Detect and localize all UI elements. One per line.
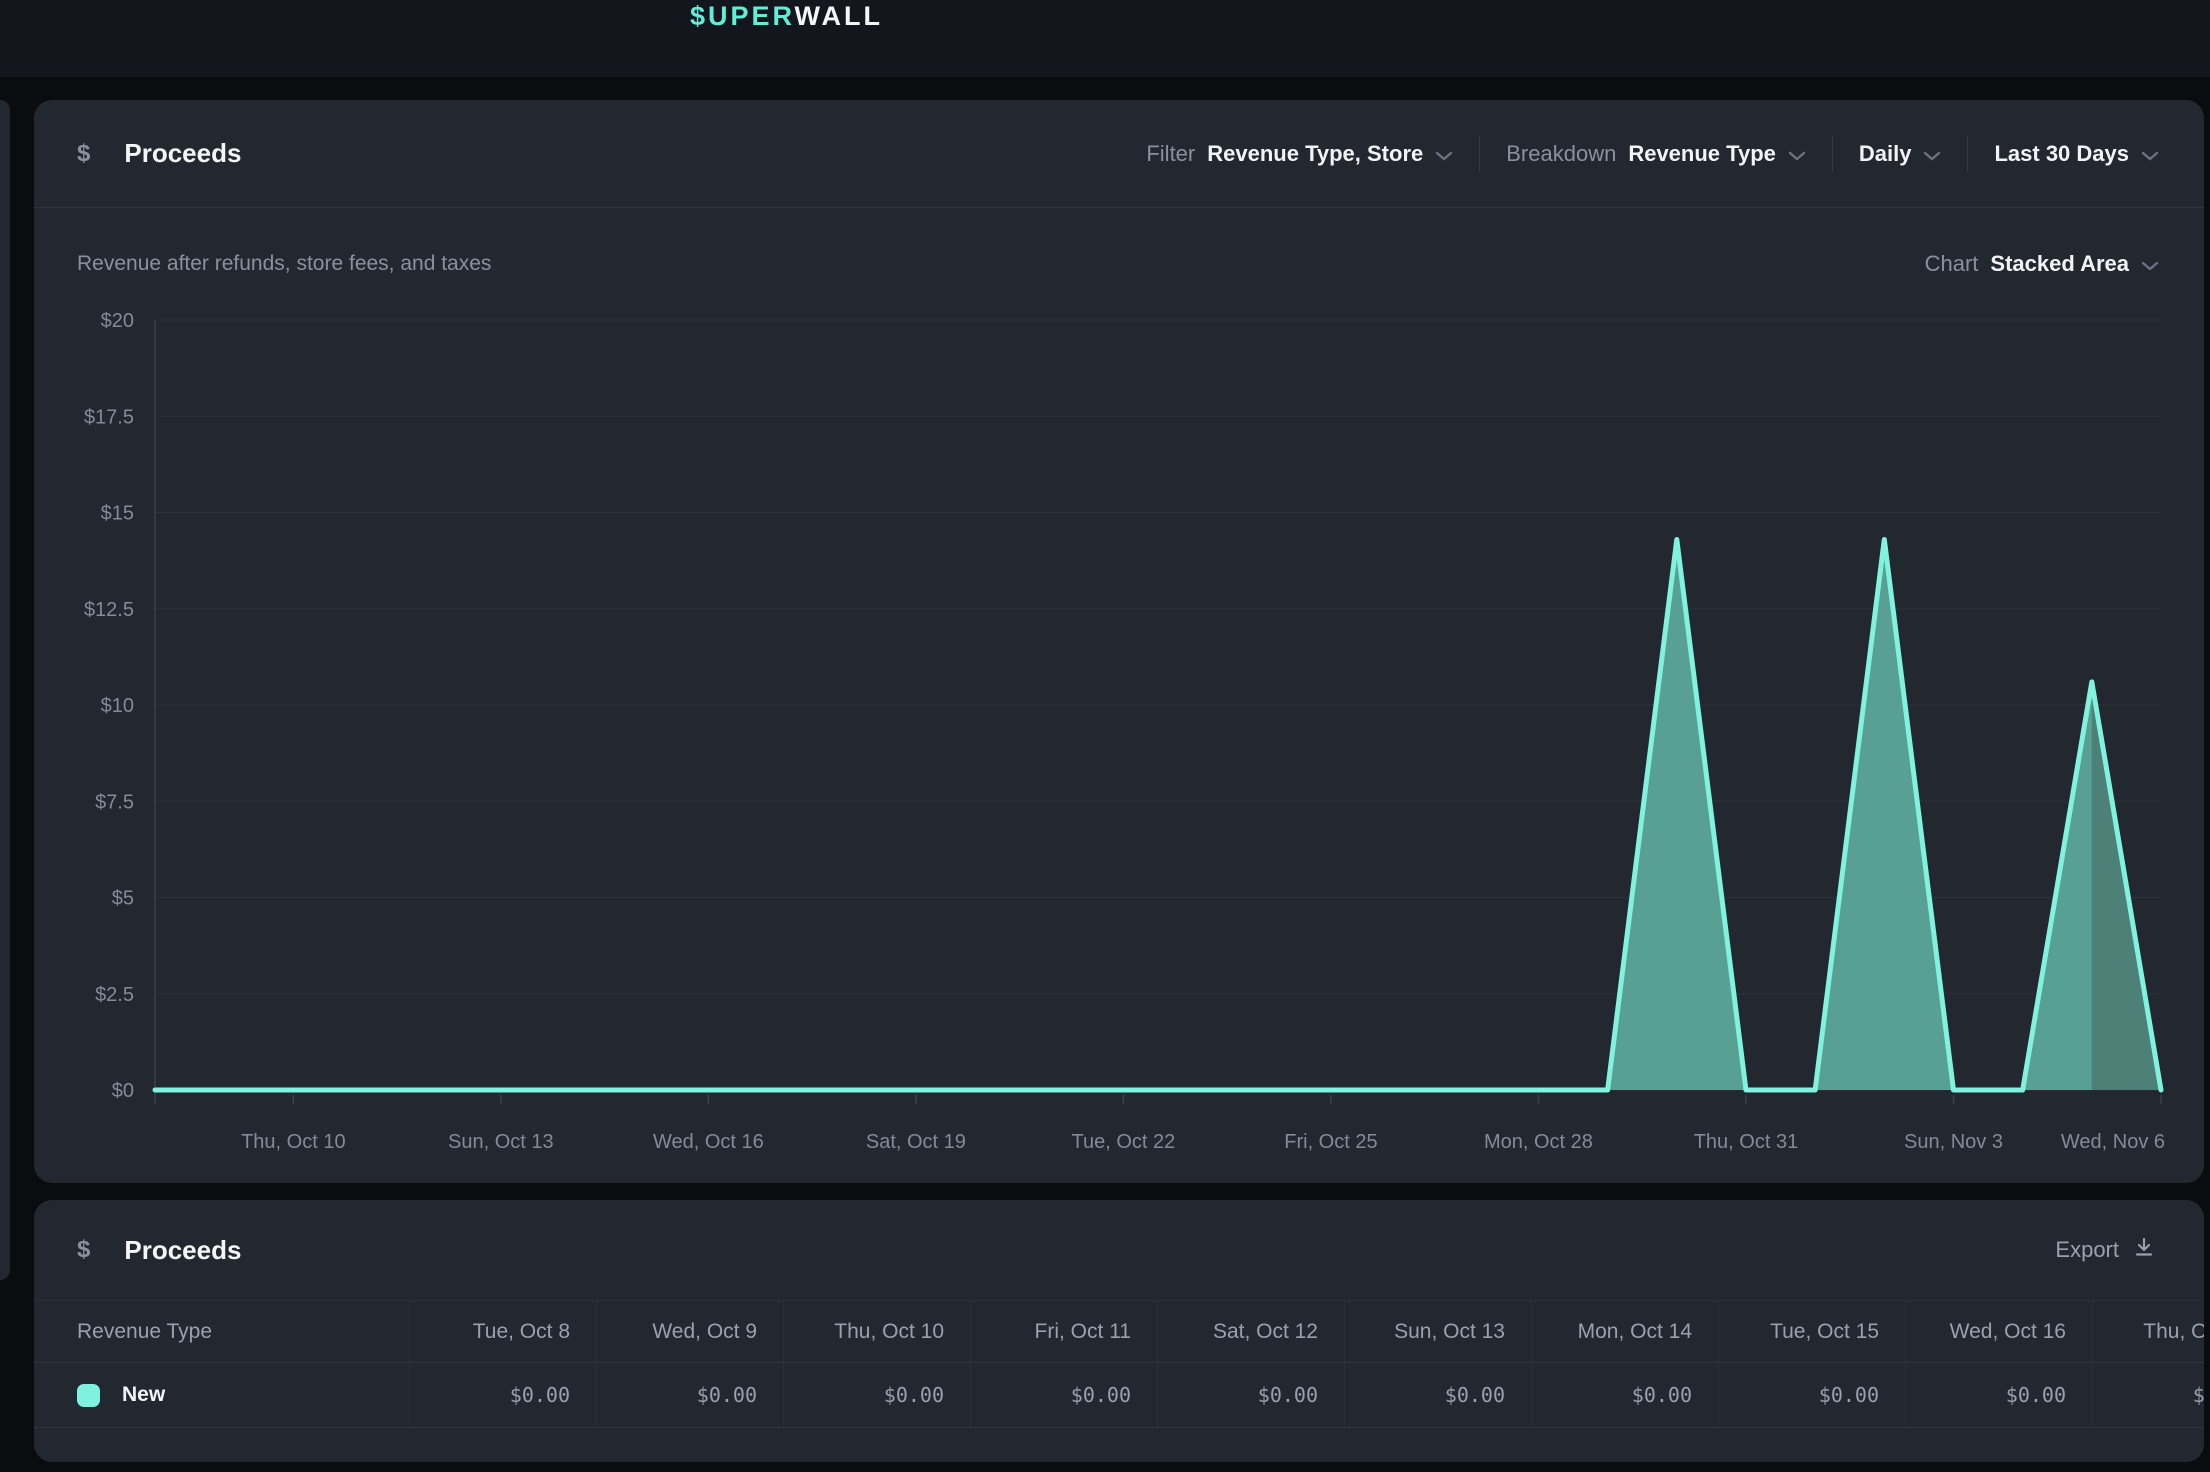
- revenue-value-cell: $0.00: [2092, 1363, 2204, 1427]
- date-range-value: Last 30 Days: [1994, 141, 2129, 167]
- revenue-value-cell: $0.00: [596, 1363, 783, 1427]
- filter-label: Filter: [1146, 141, 1195, 167]
- table-card-header: $ Proceeds Export: [34, 1200, 2204, 1300]
- y-axis-tick-label: $2.5: [95, 984, 134, 1006]
- column-header-date: Thu, Oct 10: [783, 1301, 970, 1362]
- controls-divider: [1479, 136, 1480, 172]
- chevron-down-icon: [1923, 142, 1941, 168]
- revenue-table: Revenue TypeTue, Oct 8Wed, Oct 9Thu, Oct…: [34, 1300, 2204, 1428]
- chevron-down-icon: [1435, 142, 1453, 168]
- column-header-date: Fri, Oct 11: [970, 1301, 1157, 1362]
- x-axis-tick-label: Thu, Oct 10: [241, 1131, 346, 1153]
- page-title: Proceeds: [124, 138, 241, 169]
- table-row: New$0.00$0.00$0.00$0.00$0.00$0.00$0.00$0…: [34, 1363, 2204, 1428]
- column-header-date: Tue, Oct 8: [409, 1301, 596, 1362]
- granularity-dropdown[interactable]: Daily: [1859, 140, 1942, 168]
- column-header-revenue-type: Revenue Type: [34, 1301, 409, 1362]
- breakdown-dropdown[interactable]: Breakdown Revenue Type: [1506, 140, 1806, 168]
- dollar-icon: $: [77, 1236, 90, 1264]
- x-axis-tick-label: Mon, Oct 28: [1484, 1131, 1593, 1153]
- revenue-value-cell: $0.00: [783, 1363, 970, 1427]
- column-header-date: Tue, Oct 15: [1718, 1301, 1905, 1362]
- row-label-cell: New: [34, 1363, 409, 1427]
- x-axis-tick-label: Sun, Oct 13: [448, 1131, 554, 1153]
- y-axis-tick-label: $12.5: [84, 599, 134, 621]
- chart-subtitle: Revenue after refunds, store fees, and t…: [77, 252, 491, 276]
- table-title: Proceeds: [124, 1235, 241, 1266]
- export-button[interactable]: Export: [2055, 1236, 2155, 1264]
- series-color-swatch: [77, 1384, 100, 1407]
- x-axis-tick-label: Sat, Oct 19: [866, 1131, 966, 1153]
- filter-value: Revenue Type, Store: [1207, 141, 1423, 167]
- proceeds-card-header: $ Proceeds Filter Revenue Type, Store Br…: [34, 100, 2204, 208]
- column-header-date: Wed, Oct 16: [1905, 1301, 2092, 1362]
- x-axis-tick-label: Thu, Oct 31: [1694, 1131, 1799, 1153]
- area-shaded-last-interval: [2092, 682, 2161, 1090]
- adjacent-card-edge: [0, 100, 10, 1280]
- x-axis-tick-label: Sun, Nov 3: [1904, 1131, 2003, 1153]
- area-series-new: [155, 539, 2161, 1090]
- table-header-row: Revenue TypeTue, Oct 8Wed, Oct 9Thu, Oct…: [34, 1300, 2204, 1363]
- logo-text-secondary: WALL: [795, 1, 883, 31]
- x-axis-tick-label: Tue, Oct 22: [1072, 1131, 1176, 1153]
- column-header-date: Wed, Oct 9: [596, 1301, 783, 1362]
- chart-subtitle-row: Revenue after refunds, store fees, and t…: [34, 208, 2204, 320]
- y-axis-tick-label: $7.5: [95, 791, 134, 813]
- column-header-date: Mon, Oct 14: [1531, 1301, 1718, 1362]
- chart-type-value: Stacked Area: [1990, 251, 2129, 277]
- granularity-value: Daily: [1859, 141, 1912, 167]
- revenue-value-cell: $0.00: [1718, 1363, 1905, 1427]
- controls-divider: [1832, 136, 1833, 172]
- column-header-date: Thu, Oct 17: [2092, 1301, 2204, 1362]
- y-axis-tick-label: $0: [112, 1080, 134, 1102]
- x-axis-tick-label: Fri, Oct 25: [1284, 1131, 1377, 1153]
- series-name: New: [122, 1383, 165, 1407]
- breakdown-value: Revenue Type: [1628, 141, 1776, 167]
- y-axis-tick-label: $17.5: [84, 406, 134, 428]
- chevron-down-icon: [2141, 252, 2159, 278]
- revenue-value-cell: $0.00: [409, 1363, 596, 1427]
- revenue-value-cell: $0.00: [1344, 1363, 1531, 1427]
- y-axis-tick-label: $15: [101, 503, 134, 525]
- column-header-date: Sat, Oct 12: [1157, 1301, 1344, 1362]
- revenue-value-cell: $0.00: [970, 1363, 1157, 1427]
- revenue-value-cell: $0.00: [1531, 1363, 1718, 1427]
- logo-text-primary: $UPER: [690, 1, 795, 31]
- chevron-down-icon: [2141, 142, 2159, 168]
- dollar-icon: $: [77, 140, 90, 168]
- chart-type-dropdown[interactable]: Chart Stacked Area: [1925, 250, 2159, 278]
- series-line-new: [155, 539, 2161, 1090]
- proceeds-table-card: $ Proceeds Export Revenue TypeTue, Oct 8…: [34, 1200, 2204, 1462]
- chevron-down-icon: [1788, 142, 1806, 168]
- breakdown-label: Breakdown: [1506, 141, 1616, 167]
- chart-type-label: Chart: [1925, 251, 1979, 277]
- table-body: New$0.00$0.00$0.00$0.00$0.00$0.00$0.00$0…: [34, 1363, 2204, 1428]
- x-axis-tick-label: Wed, Nov 6: [2061, 1131, 2165, 1153]
- export-label: Export: [2055, 1237, 2119, 1263]
- date-range-dropdown[interactable]: Last 30 Days: [1994, 140, 2159, 168]
- column-header-date: Sun, Oct 13: [1344, 1301, 1531, 1362]
- revenue-value-cell: $0.00: [1905, 1363, 2092, 1427]
- superwall-logo: $UPERWALL: [690, 1, 883, 31]
- x-axis-tick-label: Wed, Oct 16: [653, 1131, 764, 1153]
- revenue-value-cell: $0.00: [1157, 1363, 1344, 1427]
- top-navigation-bar: $UPERWALL: [0, 0, 2210, 77]
- proceeds-chart-card: $ Proceeds Filter Revenue Type, Store Br…: [34, 100, 2204, 1183]
- download-icon: [2133, 1236, 2155, 1264]
- filter-dropdown[interactable]: Filter Revenue Type, Store: [1146, 140, 1453, 168]
- y-axis-tick-label: $5: [112, 888, 134, 910]
- y-axis-tick-label: $10: [101, 695, 134, 717]
- chart-controls: Filter Revenue Type, Store Breakdown Rev…: [1146, 136, 2159, 172]
- controls-divider: [1967, 136, 1968, 172]
